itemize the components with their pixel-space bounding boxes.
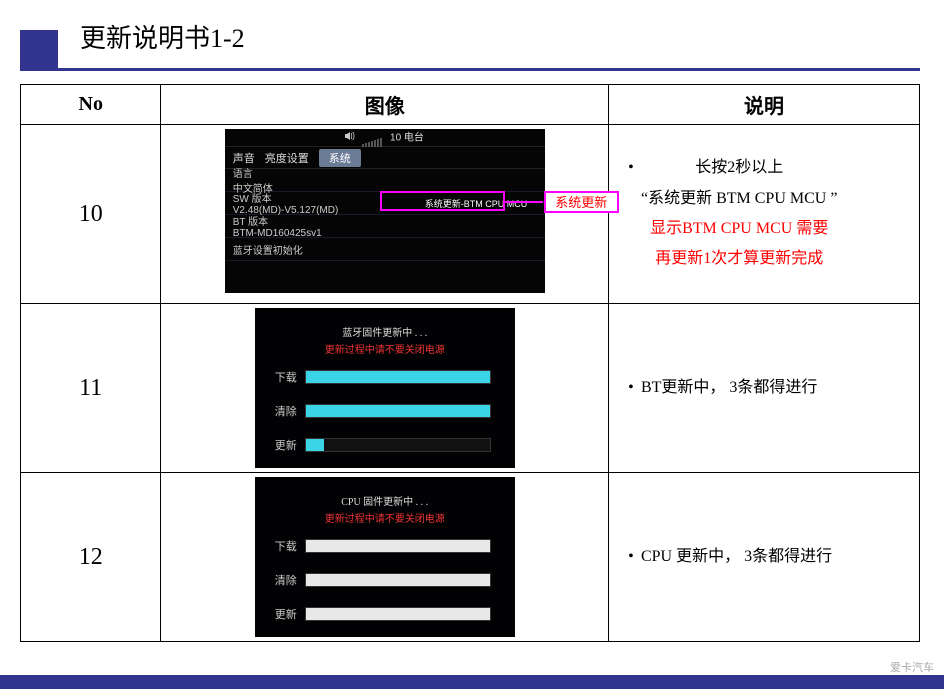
progress-label: 更新: [255, 437, 305, 453]
row-no: 11: [21, 304, 161, 473]
row-desc: • 长按2秒以上 “系统更新 BTM CPU MCU ” 显示BTM CPU M…: [608, 125, 919, 304]
bt-init-label: 蓝牙设置初始化: [233, 242, 545, 257]
update-title: 蓝牙固件更新中 . . .: [255, 308, 515, 339]
progress-label: 清除: [255, 403, 305, 419]
callout-label: 系统更新: [544, 191, 619, 213]
table-header-row: No 图像 说明: [21, 85, 920, 125]
table-row: 11 蓝牙固件更新中 . . . 更新过程中请不要关闭电源 下载 清除 更新: [21, 304, 920, 473]
volume-bars: [362, 129, 383, 147]
highlight-box: [380, 191, 505, 211]
progress-bar: [305, 404, 491, 418]
bt-value: BTM-MD160425sv1: [233, 228, 545, 239]
update-warning: 更新过程中请不要关闭电源: [255, 508, 515, 525]
desc-text: CPU 更新中， 3条都得进行: [641, 542, 832, 572]
progress-fill: [306, 371, 490, 383]
row-no: 10: [21, 125, 161, 304]
update-warning: 更新过程中请不要关闭电源: [255, 339, 515, 356]
desc-line1: 长按2秒以上: [641, 153, 837, 183]
progress-label: 清除: [255, 572, 305, 588]
menu-row-bt-init[interactable]: 蓝牙设置初始化: [225, 238, 545, 261]
desc-text: BT更新中， 3条都得进行: [641, 373, 817, 403]
desc-line2: “系统更新 BTM CPU MCU ”: [641, 184, 837, 214]
footer-watermark: 爱卡汽车: [890, 659, 934, 675]
progress-fill: [306, 405, 490, 417]
col-no-header: No: [21, 85, 161, 125]
table-row: 12 CPU 固件更新中 . . . 更新过程中请不要关闭电源 下载 清除 更新: [21, 473, 920, 642]
desc-line4: 再更新1次才算更新完成: [641, 244, 837, 274]
progress-bar: [305, 539, 491, 553]
title-accent-block: [20, 30, 58, 68]
tab-audio[interactable]: 声音: [233, 150, 255, 166]
progress-label: 更新: [255, 606, 305, 622]
progress-row-update: 更新: [255, 601, 515, 627]
update-title: CPU 固件更新中 . . .: [255, 477, 515, 508]
tab-system[interactable]: 系统: [319, 149, 361, 167]
col-desc-header: 说明: [608, 85, 919, 125]
instruction-table: No 图像 说明 10 10 电台: [20, 84, 920, 642]
progress-row-download: 下载: [255, 533, 515, 559]
progress-fill: [306, 439, 324, 451]
progress-fill: [306, 540, 490, 552]
volume-icon: [345, 129, 355, 147]
progress-fill: [306, 574, 490, 586]
row-desc: • CPU 更新中， 3条都得进行: [608, 473, 919, 642]
lang-label: 语言: [233, 165, 545, 180]
status-bar: 10 电台: [225, 129, 545, 147]
progress-bar: [305, 573, 491, 587]
progress-bar: [305, 607, 491, 621]
desc-line3: 显示BTM CPU MCU 需要: [641, 214, 837, 244]
progress-fill: [306, 608, 490, 620]
table-row: 10 10 电台 声音 亮度设置: [21, 125, 920, 304]
page-title: 更新说明书1-2: [80, 18, 245, 55]
tab-brightness[interactable]: 亮度设置: [265, 150, 309, 166]
row-no: 12: [21, 473, 161, 642]
row-desc: • BT更新中， 3条都得进行: [608, 304, 919, 473]
screenshot-cpu-update: CPU 固件更新中 . . . 更新过程中请不要关闭电源 下载 清除 更新: [255, 477, 515, 637]
callout-line: [505, 201, 543, 203]
progress-bar: [305, 438, 491, 452]
progress-row-download: 下载: [255, 364, 515, 390]
title-underline: [20, 68, 920, 71]
footer-bar: [0, 675, 944, 689]
progress-label: 下载: [255, 369, 305, 385]
menu-row-language[interactable]: 语言 中文简体: [225, 169, 545, 192]
bt-label: BT 版本: [233, 213, 545, 228]
progress-bar: [305, 370, 491, 384]
menu-row-bt-version[interactable]: BT 版本 BTM-MD160425sv1: [225, 215, 545, 238]
progress-row-clear: 清除: [255, 398, 515, 424]
screenshot-bt-update: 蓝牙固件更新中 . . . 更新过程中请不要关闭电源 下载 清除 更新: [255, 308, 515, 468]
screenshot-system-menu: 10 电台 声音 亮度设置 系统 语言 中文简体: [225, 129, 545, 293]
col-image-header: 图像: [161, 85, 608, 125]
progress-row-clear: 清除: [255, 567, 515, 593]
progress-label: 下载: [255, 538, 305, 554]
status-text: 10 电台: [390, 133, 424, 144]
progress-row-update: 更新: [255, 432, 515, 458]
